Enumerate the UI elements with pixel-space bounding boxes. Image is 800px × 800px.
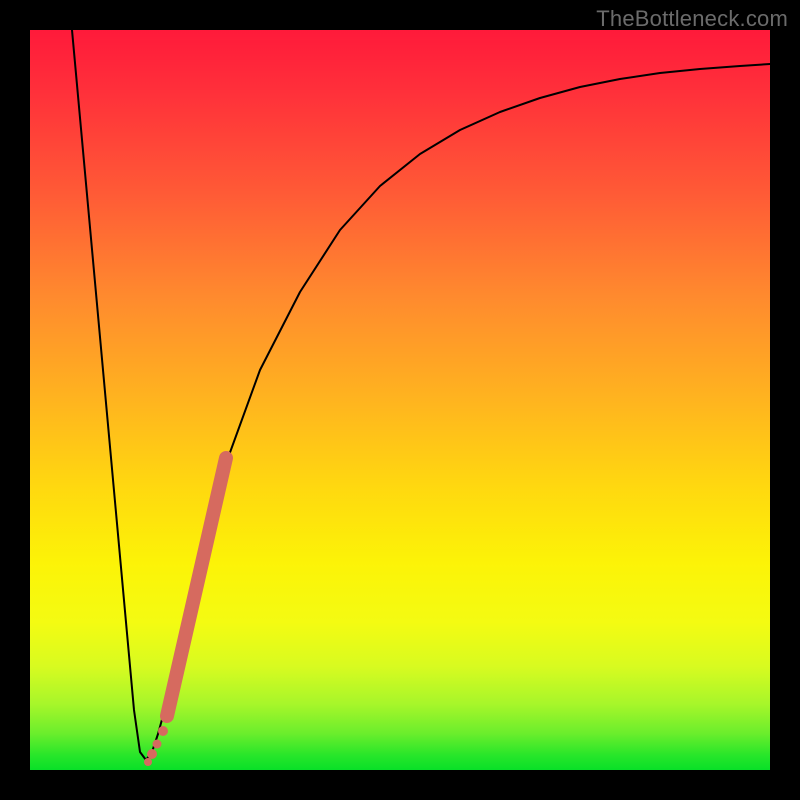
marker-dot — [153, 740, 162, 749]
marker-dot — [144, 758, 152, 766]
highlight-segment — [167, 458, 226, 716]
chart-frame: TheBottleneck.com — [0, 0, 800, 800]
marker-dot — [158, 726, 168, 736]
plot-area — [30, 30, 770, 770]
bottleneck-curve — [30, 30, 770, 770]
watermark-text: TheBottleneck.com — [596, 6, 788, 32]
marker-dot — [147, 749, 157, 759]
